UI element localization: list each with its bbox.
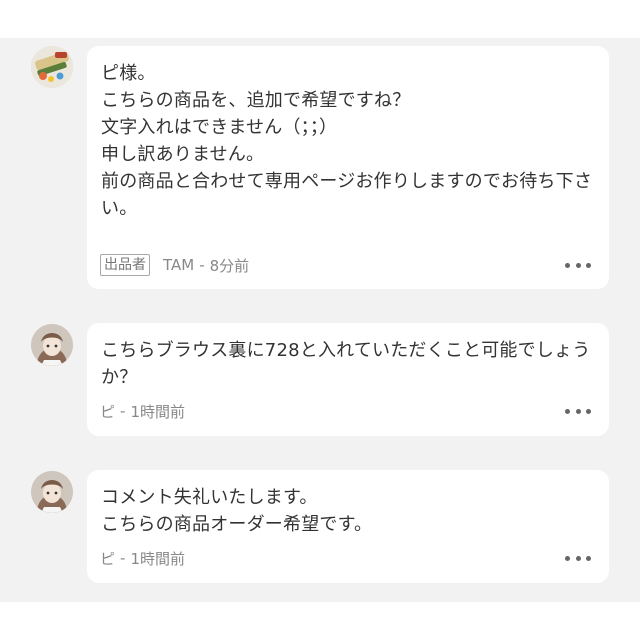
more-dot-icon — [586, 555, 591, 561]
comment-time: 8分前 — [209, 256, 250, 275]
comment-meta: 出品者 TAM - 8分前 — [100, 254, 249, 276]
comment-time: 1時間前 — [130, 549, 185, 568]
more-dot-icon — [565, 408, 570, 414]
more-dot-icon — [575, 408, 581, 414]
comment-text: こちらブラウス裏に728と入れていただくこと可能でしょうか？ — [101, 340, 591, 388]
more-options-button[interactable] — [565, 254, 591, 276]
comment-author[interactable]: TAM — [163, 256, 194, 274]
more-dot-icon — [565, 555, 570, 561]
more-options-button[interactable] — [565, 400, 591, 422]
more-options-button[interactable] — [565, 547, 591, 569]
seller-avatar[interactable] — [31, 46, 73, 88]
product-photo-avatar-icon — [31, 46, 73, 88]
more-dot-icon — [575, 262, 581, 268]
comment-meta: ピ - 1時間前 — [100, 547, 185, 569]
comment-text: ピ様。 こちらの商品を、追加で希望ですね？ 文字入れはできません（；；） 申し訳… — [101, 63, 593, 219]
more-dot-icon — [586, 262, 591, 268]
illustrated-girl-avatar-icon — [31, 324, 73, 366]
more-dot-icon — [575, 555, 581, 561]
comment-author[interactable]: ピ — [100, 548, 115, 569]
comment-meta: ピ - 1時間前 — [100, 400, 185, 422]
meta-separator: - — [120, 549, 126, 567]
comment-bubble: コメント失礼いたします。 こちらの商品オーダー希望です。 ピ - 1時間前 — [87, 470, 609, 583]
comment-bubble: ピ様。 こちらの商品を、追加で希望ですね？ 文字入れはできません（；；） 申し訳… — [87, 46, 609, 289]
comment-bubble: こちらブラウス裏に728と入れていただくこと可能でしょうか？ ピ - 1時間前 — [87, 323, 609, 436]
comment-time: 1時間前 — [130, 402, 185, 421]
meta-separator: - — [120, 402, 126, 420]
illustrated-girl-avatar-icon — [31, 471, 73, 513]
more-dot-icon — [586, 408, 591, 414]
comment-author[interactable]: ピ — [100, 401, 115, 422]
user-avatar[interactable] — [31, 471, 73, 513]
comment-text: コメント失礼いたします。 こちらの商品オーダー希望です。 — [101, 487, 373, 535]
comment-thread: ピ様。 こちらの商品を、追加で希望ですね？ 文字入れはできません（；；） 申し訳… — [0, 38, 640, 602]
user-avatar[interactable] — [31, 324, 73, 366]
more-dot-icon — [565, 262, 570, 268]
seller-badge: 出品者 — [100, 254, 150, 276]
meta-separator: - — [199, 256, 205, 274]
